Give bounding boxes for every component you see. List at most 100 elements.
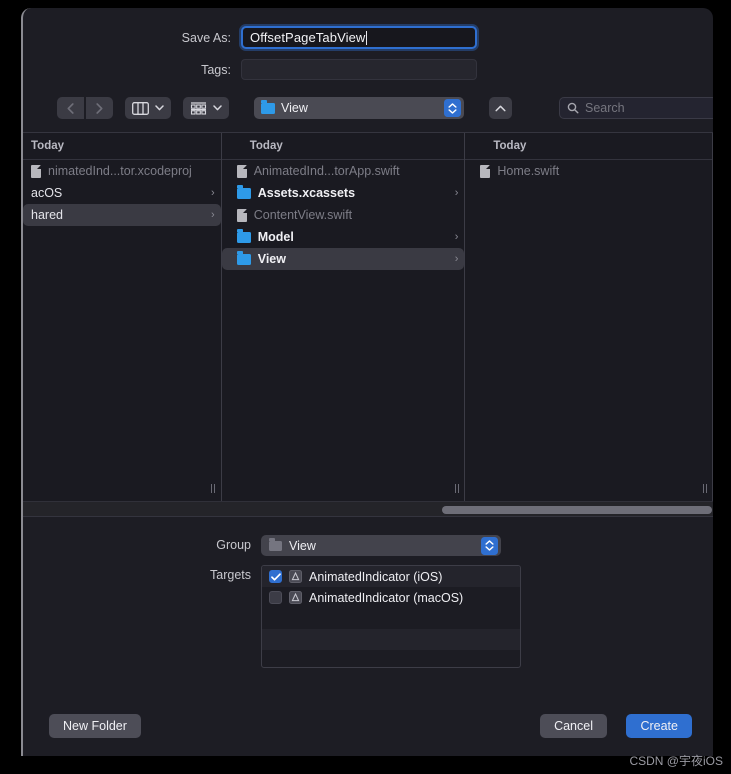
folder-icon — [269, 538, 282, 551]
tags-input[interactable] — [241, 59, 477, 80]
dialog-footer: New Folder Cancel Create — [23, 714, 713, 738]
target-app-icon — [289, 570, 302, 583]
file-name: hared — [31, 208, 63, 222]
column-header: Today — [465, 133, 712, 160]
chevron-right-icon: › — [454, 231, 459, 243]
back-button[interactable] — [57, 97, 84, 119]
horizontal-scrollbar[interactable] — [23, 501, 713, 516]
target-name: AnimatedIndicator (iOS) — [309, 569, 443, 584]
file-name: nimatedInd...tor.xcodeproj — [48, 164, 192, 178]
file-row[interactable]: Assets.xcassets › — [222, 182, 465, 204]
file-name: Home.swift — [497, 164, 560, 178]
search-field[interactable]: Search — [559, 97, 713, 119]
file-row[interactable]: Model › — [222, 226, 465, 248]
file-name: ContentView.swift — [253, 208, 353, 222]
document-icon — [31, 164, 41, 178]
chevron-up-glyph — [448, 102, 457, 108]
chevron-left-icon — [67, 102, 74, 114]
group-dropdown[interactable]: View — [261, 535, 501, 556]
target-row-empty — [262, 650, 520, 667]
document-icon — [236, 164, 247, 178]
chevron-down-glyph — [485, 546, 494, 551]
target-glyph — [291, 593, 300, 602]
file-name: View — [257, 252, 286, 266]
file-name: Model — [257, 230, 294, 244]
file-name: Assets.xcassets — [257, 186, 356, 200]
search-icon — [567, 102, 579, 114]
chevron-right-icon: › — [454, 187, 459, 199]
chevron-right-icon: › — [454, 253, 459, 265]
file-row[interactable]: View › — [221, 248, 465, 270]
browser-column-2: Today AnimatedInd...torApp.swift Assets.xc… — [221, 133, 466, 501]
file-row[interactable]: nimatedInd...tor.xcodeproj — [23, 160, 221, 182]
column-header: Today — [221, 133, 465, 160]
column-view-button[interactable] — [125, 97, 171, 119]
go-up-button[interactable] — [489, 97, 512, 119]
target-row-empty — [262, 608, 520, 629]
column-resize-grip[interactable] — [449, 475, 464, 501]
chevron-right-icon: › — [211, 187, 215, 199]
toolbar: View Search — [23, 90, 713, 132]
document-icon — [480, 164, 491, 178]
column-resize-grip[interactable] — [206, 475, 221, 501]
tags-row: Tags: — [23, 59, 713, 80]
column-view-icon — [132, 101, 149, 115]
chevron-up-icon — [495, 105, 506, 111]
cancel-button[interactable]: Cancel — [540, 714, 607, 738]
options-area: Group View Targets AnimatedIndicator (iO… — [23, 516, 713, 668]
target-glyph — [291, 572, 300, 581]
save-as-input[interactable]: OffsetPageTabView — [241, 26, 477, 49]
create-button[interactable]: Create — [626, 714, 692, 738]
forward-button[interactable] — [86, 97, 113, 119]
tags-label: Tags: — [201, 62, 231, 77]
file-row[interactable]: acOS › — [23, 182, 221, 204]
file-name: AnimatedInd...torApp.swift — [253, 164, 400, 178]
save-as-row: Save As: OffsetPageTabView — [23, 26, 713, 49]
check-icon — [270, 572, 281, 581]
group-view-button[interactable] — [183, 97, 229, 119]
target-row[interactable]: AnimatedIndicator (macOS) — [262, 587, 520, 608]
chevron-right-icon — [96, 102, 103, 114]
file-row[interactable]: AnimatedInd...torApp.swift — [222, 160, 465, 182]
group-dropdown-label: View — [289, 538, 316, 553]
text-caret — [366, 30, 368, 45]
folder-icon — [236, 251, 251, 265]
group-grid-icon — [190, 101, 207, 115]
chevron-down-icon — [155, 105, 164, 111]
target-app-icon — [289, 591, 302, 604]
search-placeholder: Search — [585, 101, 625, 115]
stepper-updown-icon[interactable] — [444, 99, 461, 117]
path-dropdown[interactable]: View — [254, 97, 464, 119]
file-row[interactable]: Home.swift — [465, 160, 712, 182]
targets-label: Targets — [210, 568, 251, 582]
save-as-text: OffsetPageTabView — [250, 30, 366, 45]
folder-icon — [236, 229, 251, 243]
browser-column-1: Today nimatedInd...tor.xcodeproj acOS › hare… — [23, 133, 222, 501]
chevron-down-glyph — [448, 108, 457, 114]
file-browser: Today nimatedInd...tor.xcodeproj acOS › hare… — [23, 132, 713, 501]
stepper-updown-icon[interactable] — [481, 536, 498, 555]
group-label: Group — [216, 538, 251, 552]
file-row[interactable]: hared › — [23, 204, 221, 226]
targets-row: Targets AnimatedIndicator (iOS) AnimatedI… — [23, 565, 713, 668]
group-row: Group View — [23, 535, 713, 556]
save-as-label: Save As: — [181, 30, 231, 45]
file-row[interactable]: ContentView.swift — [222, 204, 465, 226]
file-name: acOS — [31, 186, 63, 200]
chevron-up-glyph — [485, 540, 494, 545]
chevron-right-icon: › — [211, 209, 215, 221]
folder-icon — [236, 185, 251, 199]
scrollbar-thumb[interactable] — [442, 506, 712, 514]
column-resize-grip[interactable] — [697, 475, 712, 501]
new-folder-button[interactable]: New Folder — [49, 714, 141, 738]
watermark: CSDN @宇夜iOS — [629, 754, 723, 768]
column-header: Today — [23, 133, 221, 160]
document-icon — [236, 208, 247, 222]
save-dialog: Save As: OffsetPageTabView Tags: View Se… — [21, 8, 713, 756]
target-checkbox[interactable] — [269, 570, 282, 583]
target-checkbox[interactable] — [269, 591, 282, 604]
target-row[interactable]: AnimatedIndicator (iOS) — [262, 566, 520, 587]
targets-list[interactable]: AnimatedIndicator (iOS) AnimatedIndicator… — [261, 565, 521, 668]
path-dropdown-label: View — [281, 101, 308, 115]
save-form: Save As: OffsetPageTabView Tags: — [23, 8, 713, 80]
